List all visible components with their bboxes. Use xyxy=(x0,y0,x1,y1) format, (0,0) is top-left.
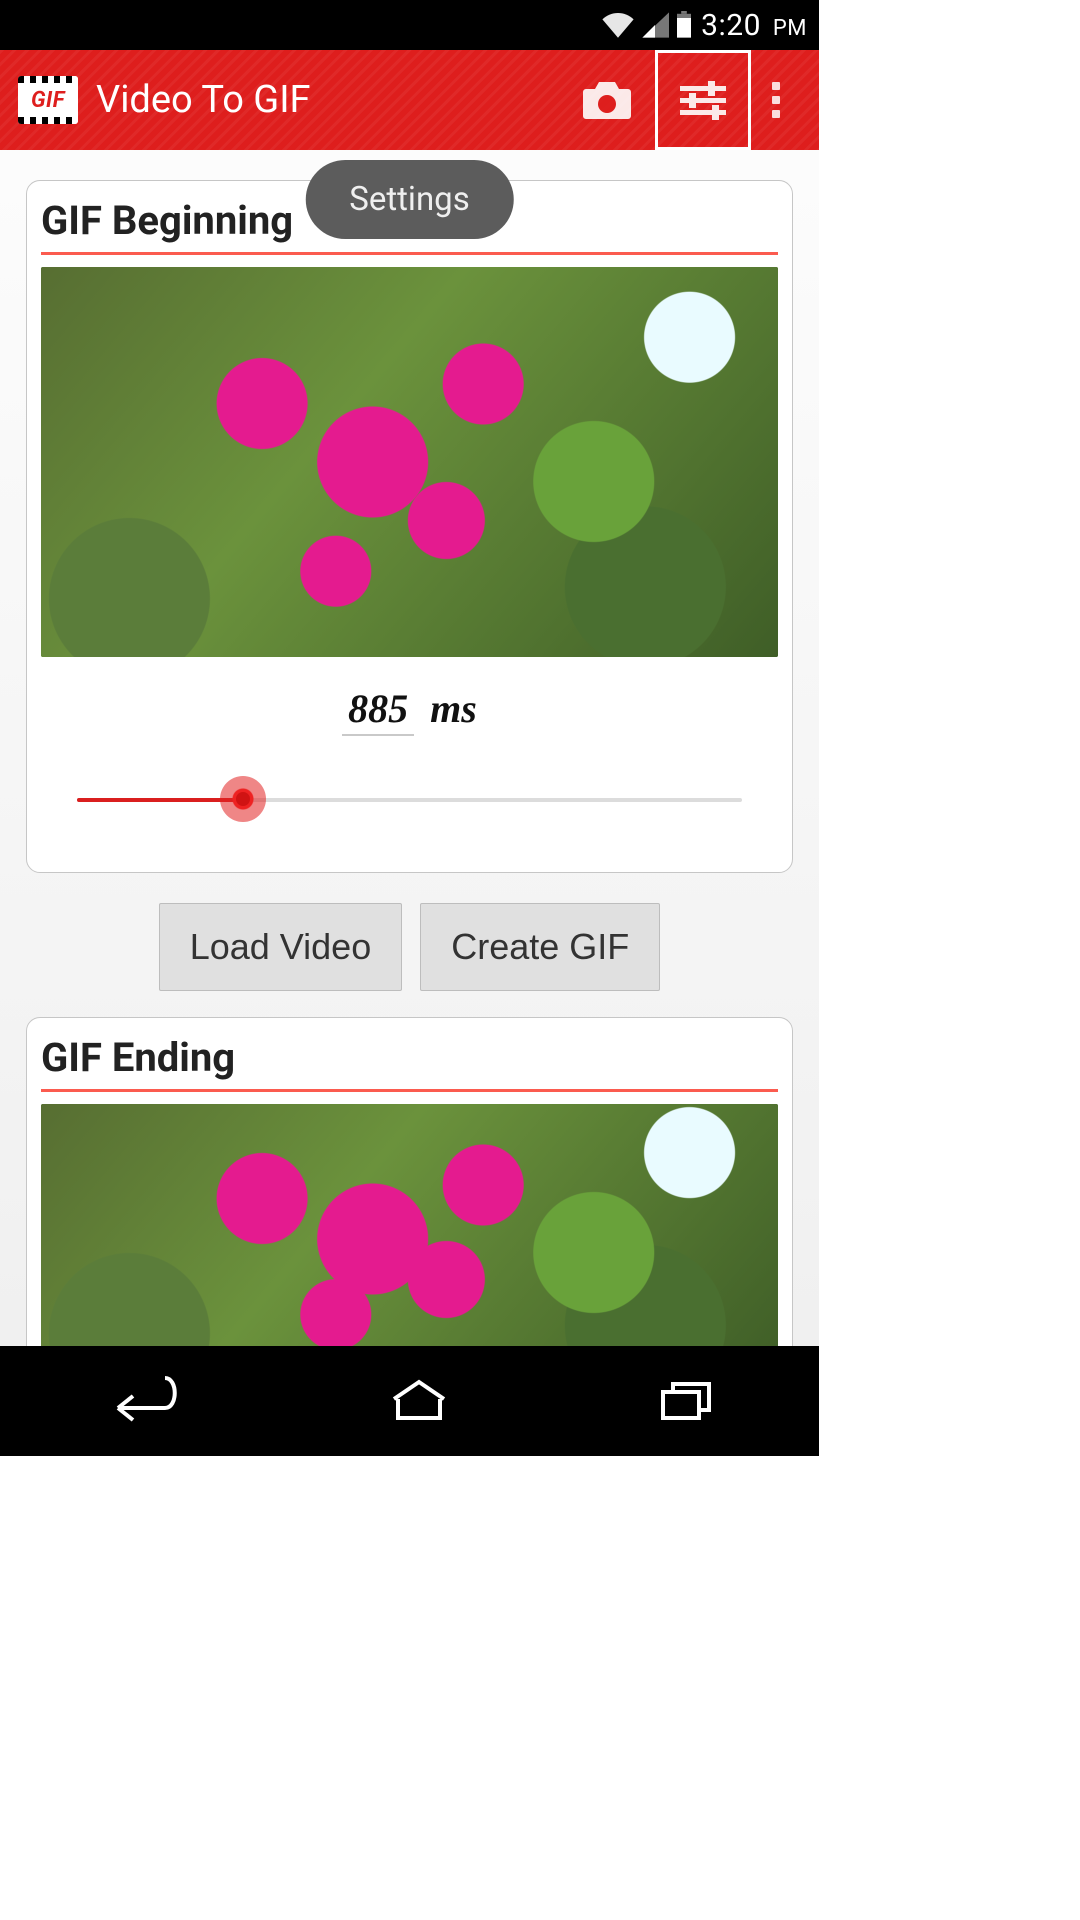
beginning-time-unit: ms xyxy=(430,685,477,732)
title-divider xyxy=(41,252,778,255)
status-time: 3:20 PM xyxy=(701,8,807,43)
settings-tooltip: Settings xyxy=(305,160,514,239)
settings-button[interactable] xyxy=(655,50,751,150)
beginning-time-row: 885 ms xyxy=(41,685,778,736)
gif-beginning-card: GIF Beginning 885 ms xyxy=(26,180,793,873)
title-divider-2 xyxy=(41,1089,778,1092)
wifi-icon xyxy=(601,12,635,38)
status-time-value: 3:20 xyxy=(701,8,761,43)
app-logo-icon: GIF xyxy=(18,76,78,124)
app-actions xyxy=(559,50,801,150)
slider-fill xyxy=(77,798,243,802)
video-thumbnail-image xyxy=(41,267,778,657)
status-time-ampm: PM xyxy=(773,16,807,41)
home-icon xyxy=(384,1374,454,1424)
battery-icon xyxy=(675,11,693,39)
status-bar: 3:20 PM xyxy=(0,0,819,50)
nav-recent-button[interactable] xyxy=(651,1374,721,1428)
ending-video-preview[interactable] xyxy=(41,1104,778,1346)
screen: 3:20 PM GIF Video To GIF xyxy=(0,0,819,1456)
android-nav-bar xyxy=(0,1346,819,1456)
overflow-dots-icon xyxy=(751,82,801,118)
beginning-video-preview[interactable] xyxy=(41,267,778,657)
back-icon xyxy=(98,1374,188,1424)
camera-icon xyxy=(581,79,633,121)
video-thumbnail-image-2 xyxy=(41,1104,778,1346)
nav-home-button[interactable] xyxy=(384,1374,454,1428)
load-video-button[interactable]: Load Video xyxy=(159,903,403,991)
beginning-slider[interactable] xyxy=(77,754,742,844)
create-gif-button[interactable]: Create GIF xyxy=(420,903,660,991)
slider-thumb[interactable] xyxy=(220,776,266,822)
app-title: Video To GIF xyxy=(96,78,559,122)
content-area[interactable]: Settings GIF Beginning 885 ms Load Video… xyxy=(0,150,819,1346)
action-button-row: Load Video Create GIF xyxy=(26,903,793,991)
app-logo-text: GIF xyxy=(31,88,65,113)
nav-back-button[interactable] xyxy=(98,1374,188,1428)
gif-ending-title: GIF Ending xyxy=(41,1028,778,1085)
app-bar: GIF Video To GIF xyxy=(0,50,819,150)
beginning-time-value[interactable]: 885 xyxy=(342,685,414,736)
recent-apps-icon xyxy=(651,1374,721,1424)
gif-ending-card: GIF Ending xyxy=(26,1017,793,1346)
camera-button[interactable] xyxy=(559,50,655,150)
overflow-menu-button[interactable] xyxy=(751,50,801,150)
status-icons-group xyxy=(601,11,693,39)
sliders-icon xyxy=(676,78,730,122)
cell-signal-icon xyxy=(641,12,669,38)
